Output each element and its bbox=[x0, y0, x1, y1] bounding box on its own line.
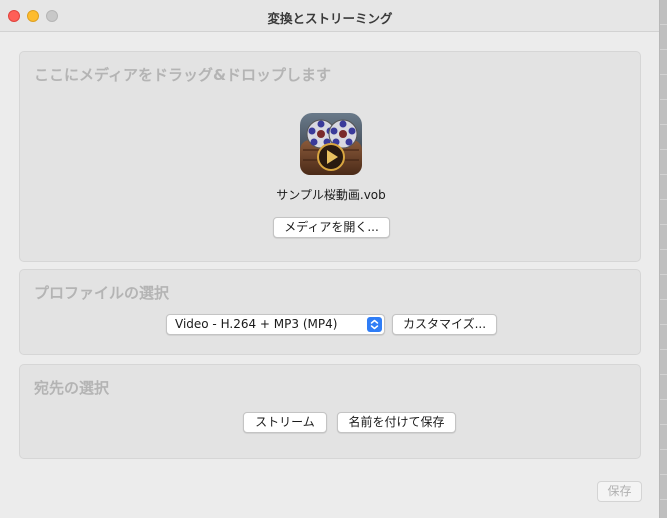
destination-section: 宛先の選択 ストリーム 名前を付けて保存 bbox=[19, 364, 641, 459]
profile-section: プロファイルの選択 Video - H.264 + MP3 (MP4) カスタマ… bbox=[19, 269, 641, 355]
drop-zone-heading: ここにメディアをドラッグ&ドロップします bbox=[34, 66, 332, 84]
profile-section-heading: プロファイルの選択 bbox=[34, 284, 170, 302]
stream-button[interactable]: ストリーム bbox=[243, 412, 327, 433]
chevron-up-down-icon bbox=[367, 317, 382, 332]
customize-button[interactable]: カスタマイズ... bbox=[392, 314, 497, 335]
open-media-button[interactable]: メディアを開く... bbox=[273, 217, 390, 238]
background-window-edge bbox=[660, 0, 667, 518]
convert-stream-window: 変換とストリーミング ここにメディアをドラッグ&ドロップします サンプル桜動画.… bbox=[0, 0, 660, 518]
save-button[interactable]: 保存 bbox=[597, 481, 642, 502]
movie-reel-icon bbox=[299, 112, 363, 176]
profile-select-value: Video - H.264 + MP3 (MP4) bbox=[175, 317, 338, 331]
profile-select[interactable]: Video - H.264 + MP3 (MP4) bbox=[166, 314, 385, 335]
title-bar: 変換とストリーミング bbox=[0, 0, 659, 32]
selected-file-name: サンプル桜動画.vob bbox=[276, 188, 386, 202]
media-drop-zone[interactable]: ここにメディアをドラッグ&ドロップします サンプル桜動画.vob メディアを開く… bbox=[19, 51, 641, 262]
destination-section-heading: 宛先の選択 bbox=[34, 379, 110, 397]
window-title: 変換とストリーミング bbox=[267, 11, 393, 26]
save-as-button[interactable]: 名前を付けて保存 bbox=[337, 412, 456, 433]
